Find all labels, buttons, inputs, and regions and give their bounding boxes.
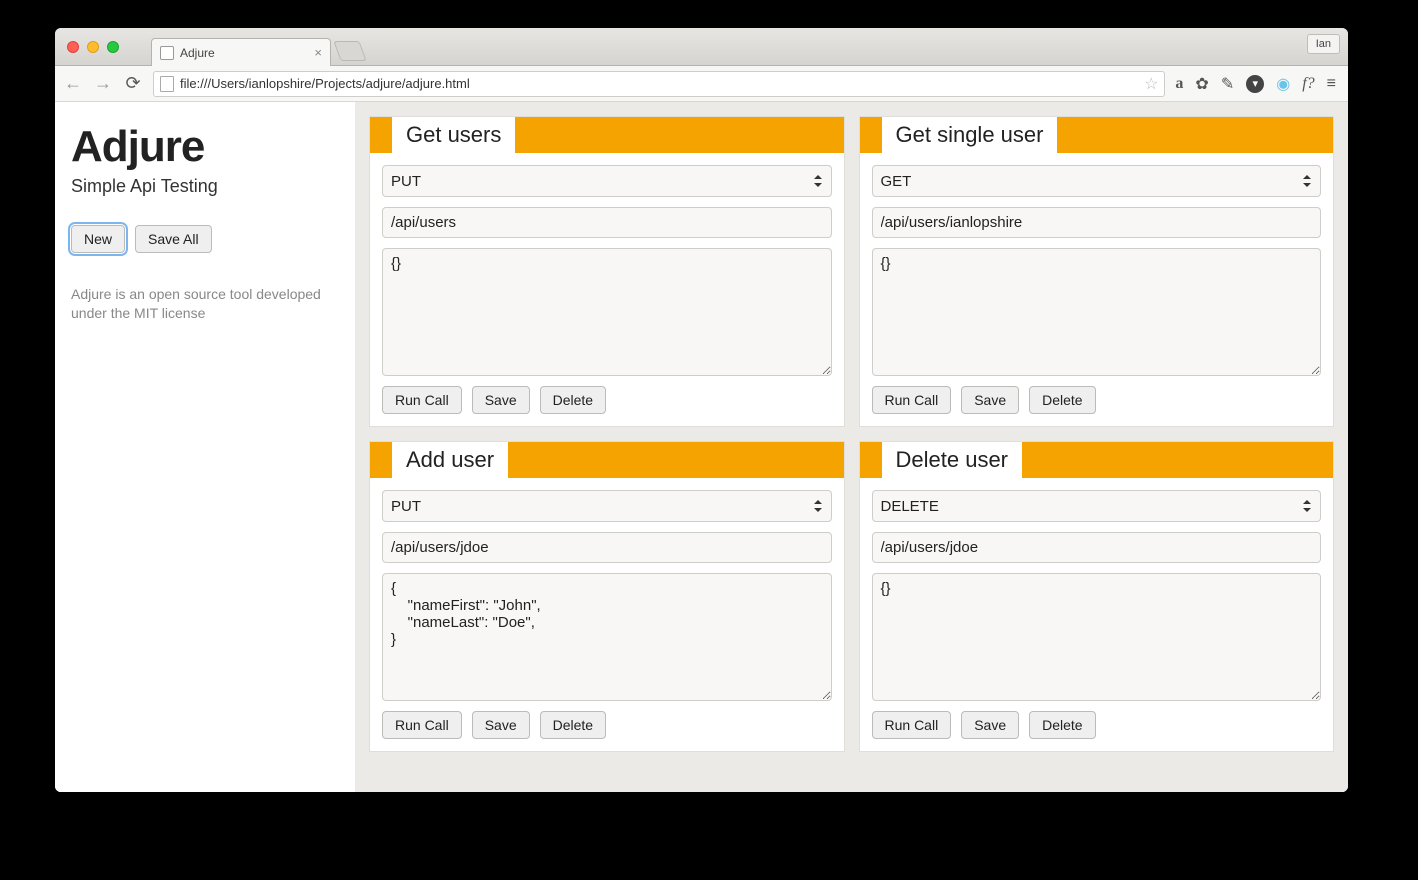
fontface-icon[interactable]: f? (1302, 75, 1314, 93)
app-subtitle: Simple Api Testing (71, 176, 339, 197)
browser-tabs: Adjure × (151, 28, 363, 65)
card-body: GETPOSTPUTPATCHDELETE {} Run Call Save D… (860, 153, 1334, 426)
save-all-button[interactable]: Save All (135, 225, 212, 253)
maximize-window-icon[interactable] (107, 41, 119, 53)
card-title: Get users (392, 117, 515, 153)
page-file-icon (160, 76, 174, 92)
delete-button[interactable]: Delete (540, 386, 606, 414)
save-button[interactable]: Save (472, 711, 530, 739)
run-call-button[interactable]: Run Call (872, 386, 952, 414)
card-title: Add user (392, 442, 508, 478)
path-input[interactable] (872, 532, 1322, 563)
card-body: GETPOSTPUTPATCHDELETE {} Run Call Save D… (860, 478, 1334, 751)
body-textarea[interactable]: {} (872, 248, 1322, 376)
card-actions: Run Call Save Delete (382, 386, 832, 414)
bookmark-star-icon[interactable]: ☆ (1144, 74, 1158, 94)
run-call-button[interactable]: Run Call (872, 711, 952, 739)
path-input[interactable] (872, 207, 1322, 238)
card-header: Delete user (860, 442, 1334, 478)
body-textarea[interactable]: { "nameFirst": "John", "nameLast": "Doe"… (382, 573, 832, 701)
card-header: Add user (370, 442, 844, 478)
sidebar-note: Adjure is an open source tool developed … (71, 285, 339, 323)
delete-button[interactable]: Delete (540, 711, 606, 739)
card-body: GETPOSTPUTPATCHDELETE { "nameFirst": "Jo… (370, 478, 844, 751)
camera-icon[interactable]: ◉ (1276, 74, 1290, 94)
window-titlebar: Adjure × Ian (55, 28, 1348, 66)
extension-icons: a ✿ ✎ ▾ ◉ f? ≡ (1175, 74, 1340, 94)
run-call-button[interactable]: Run Call (382, 711, 462, 739)
delete-button[interactable]: Delete (1029, 386, 1095, 414)
back-icon[interactable]: ← (63, 73, 83, 94)
minimize-window-icon[interactable] (87, 41, 99, 53)
browser-toolbar: ← → ⟳ file:///Users/ianlopshire/Projects… (55, 66, 1348, 102)
card-header: Get users (370, 117, 844, 153)
method-select-wrap: GETPOSTPUTPATCHDELETE (382, 490, 832, 522)
run-call-button[interactable]: Run Call (382, 386, 462, 414)
forward-icon[interactable]: → (93, 73, 113, 94)
path-input[interactable] (382, 532, 832, 563)
api-card: Get users GETPOSTPUTPATCHDELETE {} Run C… (369, 116, 845, 427)
close-tab-icon[interactable]: × (314, 45, 322, 60)
api-card: Get single user GETPOSTPUTPATCHDELETE {}… (859, 116, 1335, 427)
card-title: Delete user (882, 442, 1023, 478)
browser-tab[interactable]: Adjure × (151, 38, 331, 66)
new-tab-button[interactable] (333, 41, 366, 61)
file-icon (160, 46, 174, 60)
method-select[interactable]: GETPOSTPUTPATCHDELETE (872, 165, 1322, 197)
save-button[interactable]: Save (961, 711, 1019, 739)
sidebar-actions: New Save All (71, 225, 339, 253)
window-controls (55, 41, 131, 53)
body-textarea[interactable]: {} (872, 573, 1322, 701)
amazon-icon[interactable]: a (1175, 75, 1183, 93)
pocket-icon[interactable]: ▾ (1246, 75, 1264, 93)
cards-grid: Get users GETPOSTPUTPATCHDELETE {} Run C… (369, 116, 1334, 752)
app-title: Adjure (71, 122, 339, 172)
card-title: Get single user (882, 117, 1058, 153)
method-select-wrap: GETPOSTPUTPATCHDELETE (872, 490, 1322, 522)
method-select[interactable]: GETPOSTPUTPATCHDELETE (382, 490, 832, 522)
card-header: Get single user (860, 117, 1334, 153)
method-select-wrap: GETPOSTPUTPATCHDELETE (872, 165, 1322, 197)
hamburger-menu-icon[interactable]: ≡ (1327, 75, 1336, 93)
profile-button[interactable]: Ian (1307, 34, 1340, 54)
card-body: GETPOSTPUTPATCHDELETE {} Run Call Save D… (370, 153, 844, 426)
main-area: Get users GETPOSTPUTPATCHDELETE {} Run C… (355, 102, 1348, 792)
method-select[interactable]: GETPOSTPUTPATCHDELETE (382, 165, 832, 197)
api-card: Add user GETPOSTPUTPATCHDELETE { "nameFi… (369, 441, 845, 752)
save-button[interactable]: Save (472, 386, 530, 414)
url-text: file:///Users/ianlopshire/Projects/adjur… (180, 76, 470, 91)
method-select[interactable]: GETPOSTPUTPATCHDELETE (872, 490, 1322, 522)
new-button[interactable]: New (71, 225, 125, 253)
method-select-wrap: GETPOSTPUTPATCHDELETE (382, 165, 832, 197)
path-input[interactable] (382, 207, 832, 238)
body-textarea[interactable]: {} (382, 248, 832, 376)
save-button[interactable]: Save (961, 386, 1019, 414)
delete-button[interactable]: Delete (1029, 711, 1095, 739)
card-actions: Run Call Save Delete (382, 711, 832, 739)
sidebar: Adjure Simple Api Testing New Save All A… (55, 102, 355, 792)
reload-icon[interactable]: ⟳ (123, 73, 143, 94)
tab-title: Adjure (180, 46, 215, 60)
card-actions: Run Call Save Delete (872, 386, 1322, 414)
gear-icon[interactable]: ✿ (1195, 74, 1208, 94)
address-bar[interactable]: file:///Users/ianlopshire/Projects/adjur… (153, 71, 1165, 97)
card-actions: Run Call Save Delete (872, 711, 1322, 739)
close-window-icon[interactable] (67, 41, 79, 53)
page-content: Adjure Simple Api Testing New Save All A… (55, 102, 1348, 792)
browser-window: Adjure × Ian ← → ⟳ file:///Users/ianlops… (55, 28, 1348, 792)
eyedropper-icon[interactable]: ✎ (1221, 74, 1234, 94)
api-card: Delete user GETPOSTPUTPATCHDELETE {} Run… (859, 441, 1335, 752)
